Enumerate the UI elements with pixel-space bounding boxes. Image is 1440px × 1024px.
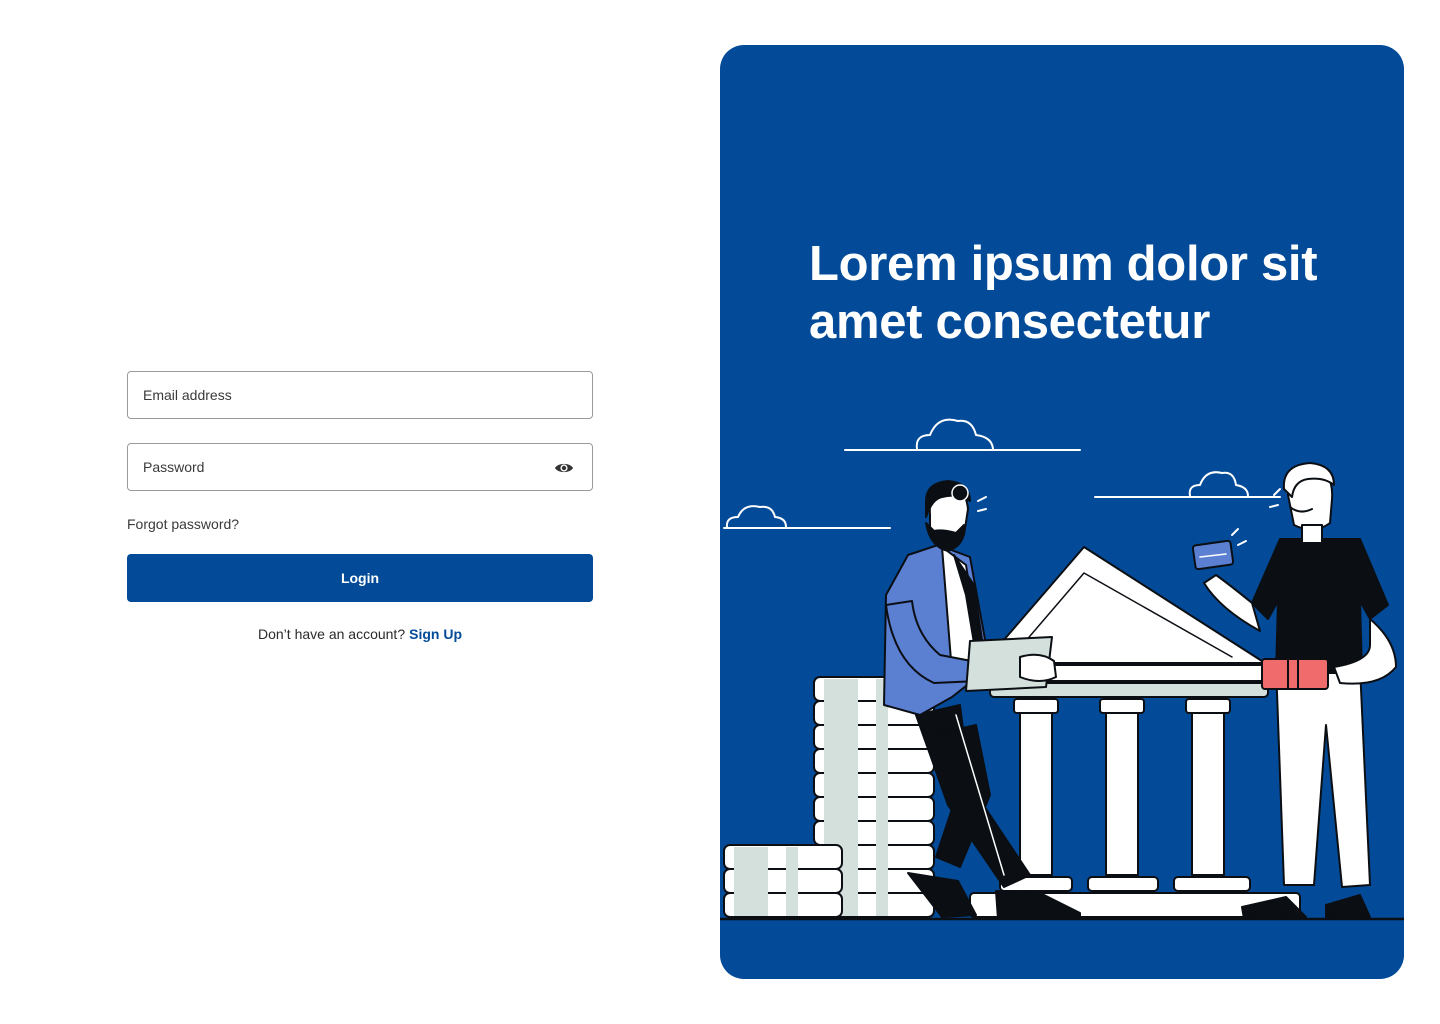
login-button[interactable]: Login bbox=[127, 554, 593, 602]
password-field-container bbox=[127, 443, 593, 491]
promo-headline: Lorem ipsum dolor sit amet consectetur bbox=[809, 237, 1318, 349]
login-page: Forgot password? Login Don’t have an acc… bbox=[0, 0, 1440, 1024]
email-field-container bbox=[127, 371, 593, 419]
eye-icon[interactable] bbox=[554, 459, 574, 477]
password-field[interactable] bbox=[128, 444, 592, 490]
forgot-password-link[interactable]: Forgot password? bbox=[127, 516, 239, 532]
login-form: Forgot password? Login Don’t have an acc… bbox=[127, 371, 593, 642]
signup-row: Don’t have an account? Sign Up bbox=[127, 626, 593, 642]
cloud-icon bbox=[844, 418, 1081, 451]
cloud-icon bbox=[723, 505, 891, 529]
signup-link[interactable]: Sign Up bbox=[409, 626, 462, 642]
cloud-icon bbox=[1094, 471, 1281, 498]
email-field[interactable] bbox=[128, 372, 592, 418]
signup-prompt: Don’t have an account? bbox=[258, 626, 406, 642]
promo-panel: Lorem ipsum dolor sit amet consectetur bbox=[720, 45, 1404, 979]
bank-illustration bbox=[720, 418, 1404, 921]
